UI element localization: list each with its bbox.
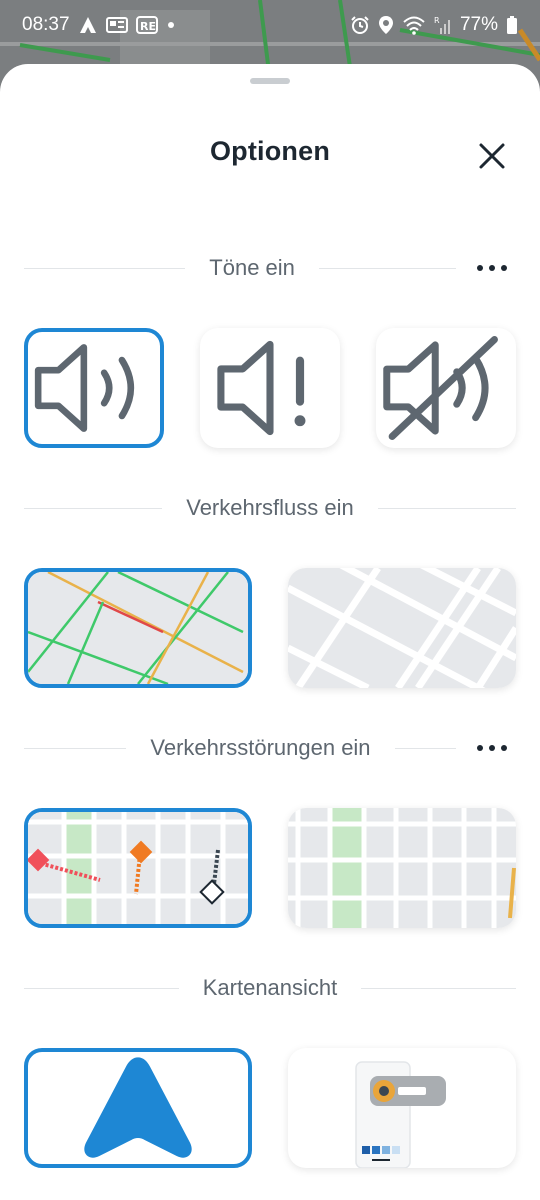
signal-icon: R [434,15,452,35]
more-dot [501,265,507,271]
re-icon: RE [135,16,158,34]
traffic-flow-off-map [288,568,516,688]
sound-alerts-option[interactable] [200,328,340,448]
wifi-icon [402,15,426,35]
traffic-flow-on-option[interactable] [24,568,252,688]
status-time: 08:37 [22,14,70,35]
sound-off-icon [376,328,516,448]
section-incidents-header: Verkehrsstörungen ein [24,733,516,763]
compact-view-preview [355,1061,446,1168]
location-icon [378,15,394,35]
incidents-off-option[interactable] [288,808,516,928]
options-sheet: Optionen Töne ein Verkehrsfluss ein Verk… [0,64,540,1200]
more-dot [489,265,495,271]
close-icon [479,143,505,169]
incidents-more-button[interactable] [472,733,512,763]
sound-on-icon [28,332,160,444]
close-button[interactable] [472,136,512,176]
battery-icon [506,15,518,35]
dot-icon [166,20,176,30]
drag-handle[interactable] [250,78,290,84]
incidents-on-map [28,812,248,924]
section-map-view-label: Kartenansicht [202,975,338,1000]
divider [24,987,179,989]
divider [24,507,163,509]
sheet-title: Optionen [209,136,331,166]
divider [377,507,516,509]
divider [318,267,456,269]
divider [394,747,456,749]
app-a-icon [78,16,98,34]
sound-on-option[interactable] [24,328,164,448]
map-view-compact-option[interactable] [288,1048,516,1168]
section-incidents-label: Verkehrsstörungen ein [150,735,371,760]
more-dot [477,265,483,271]
news-icon [105,17,128,33]
battery-percent: 77% [459,14,498,35]
more-dot [501,745,507,751]
incidents-off-map [288,808,516,928]
status-bar: 08:37 RE R 77% [0,0,540,50]
svg-text:R: R [434,16,440,25]
section-traffic-flow-header: Verkehrsfluss ein [24,493,516,523]
divider [24,747,127,749]
more-dot [489,745,495,751]
alarm-icon [350,15,370,35]
navigation-arrow-icon [28,1052,248,1164]
sounds-more-button[interactable] [472,253,512,283]
section-traffic-flow-label: Verkehrsfluss ein [186,495,354,520]
sound-off-option[interactable] [376,328,516,448]
divider [361,987,516,989]
more-dot [477,745,483,751]
incidents-on-option[interactable] [24,808,252,928]
sound-alerts-icon [200,328,340,448]
section-map-view-header: Kartenansicht [24,973,516,1003]
map-view-arrow-option[interactable] [24,1048,252,1168]
divider [24,267,186,269]
section-sounds-label: Töne ein [209,255,295,280]
section-sounds-header: Töne ein [24,253,516,283]
traffic-flow-on-map [28,572,248,684]
svg-text:RE: RE [140,20,156,33]
traffic-flow-off-option[interactable] [288,568,516,688]
